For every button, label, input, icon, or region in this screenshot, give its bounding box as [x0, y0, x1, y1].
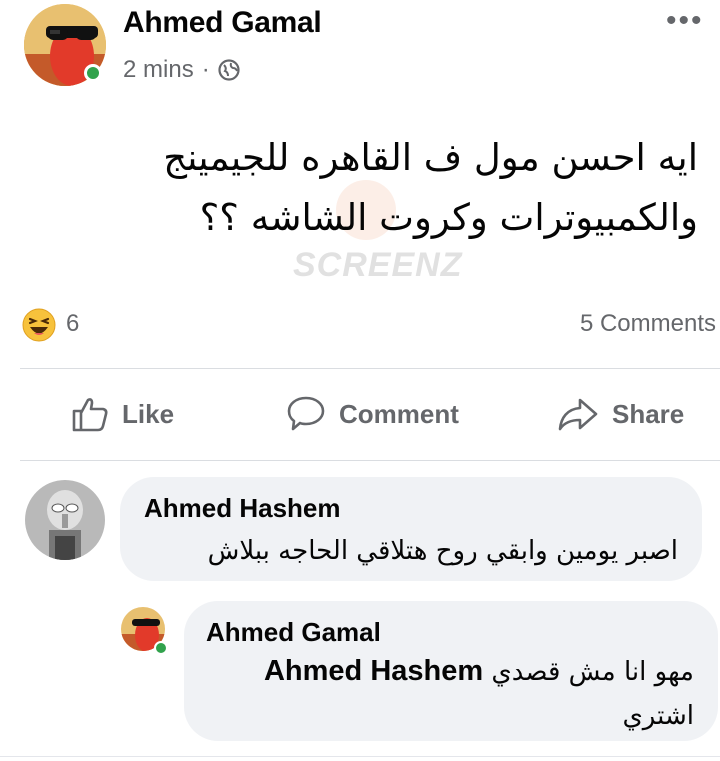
share-icon [558, 398, 598, 431]
post-time[interactable]: 2 mins [123, 56, 194, 84]
globe-icon [218, 59, 240, 81]
post-meta: 2 mins · [123, 56, 240, 84]
reply-text-part-1: مهو انا مش قصدي [491, 657, 694, 687]
haha-reaction-icon[interactable] [22, 308, 56, 342]
reactions-row: 6 5 Comments [0, 300, 720, 350]
more-options-icon[interactable]: ••• [666, 6, 704, 36]
reply-bubble: Ahmed Gamal مهو انا مش قصدي Ahmed Hashem… [184, 601, 718, 741]
like-button[interactable]: Like [70, 392, 174, 436]
comment-text: اصبر يومين وابقي روح هتلاقي الحاجه ببلاش [207, 536, 678, 566]
comment-author-name[interactable]: Ahmed Hashem [144, 493, 341, 524]
reply-mention[interactable]: Ahmed Hashem [264, 655, 483, 687]
divider-top [20, 368, 720, 369]
comment-avatar[interactable] [25, 480, 105, 560]
reply-text-line-1: مهو انا مش قصدي Ahmed Hashem [204, 649, 694, 694]
like-icon [72, 398, 108, 432]
online-status-icon [84, 64, 102, 82]
reply-text-line-2: اشتري [622, 701, 694, 731]
meta-separator: · [201, 56, 210, 83]
comment-icon [287, 396, 325, 431]
comments-count[interactable]: 5 Comments [580, 310, 716, 338]
divider-end [0, 756, 720, 757]
reaction-count[interactable]: 6 [66, 310, 79, 338]
post-author-name[interactable]: Ahmed Gamal [123, 6, 322, 40]
reply-text: مهو انا مش قصدي Ahmed Hashem اشتري [204, 649, 694, 738]
divider-bottom [20, 460, 720, 461]
comment-bubble: Ahmed Hashem اصبر يومين وابقي روح هتلاقي… [120, 477, 702, 581]
comment-button[interactable]: Comment [285, 392, 459, 436]
share-button[interactable]: Share [556, 392, 684, 436]
reply-author-name[interactable]: Ahmed Gamal [206, 617, 381, 648]
post-text-line-2: والكمبيوترات وكروت الشاشه ؟؟ [199, 196, 698, 239]
post-text: ايه احسن مول ف القاهره للجيمينج والكمبيو… [58, 128, 698, 248]
like-label: Like [122, 398, 175, 429]
watermark: SCREENZ [293, 246, 463, 284]
share-label: Share [612, 398, 685, 429]
post-text-line-1: ايه احسن مول ف القاهره للجيمينج [163, 136, 698, 179]
comment-label: Comment [339, 398, 459, 429]
reply-online-status-icon [154, 641, 168, 655]
post-header: Ahmed Gamal 2 mins · ••• [0, 0, 720, 100]
